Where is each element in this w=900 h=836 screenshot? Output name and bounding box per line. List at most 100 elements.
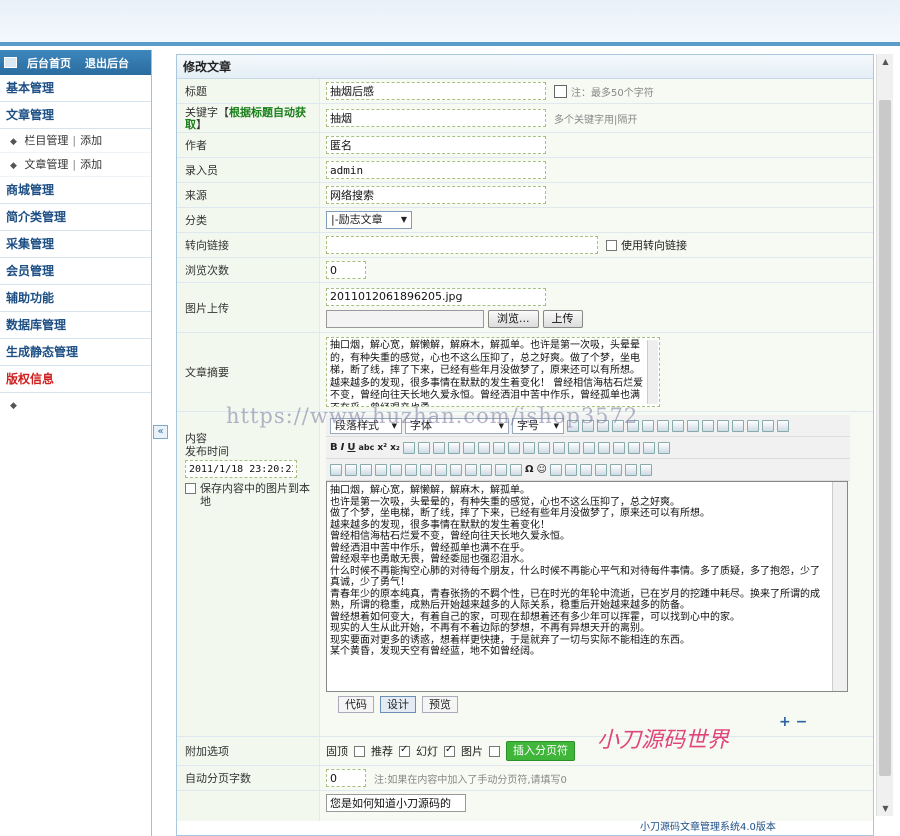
save-images-checkbox[interactable] [185, 483, 196, 494]
replace-icon[interactable] [687, 419, 699, 432]
delete-icon[interactable] [642, 419, 654, 432]
special-char-icon[interactable]: Ω [525, 464, 534, 476]
subscript-icon[interactable]: x₂ [390, 442, 400, 454]
find-icon[interactable] [672, 419, 684, 432]
bg-color-icon[interactable] [537, 441, 550, 454]
main-scrollbar[interactable]: ▲ ▼ [876, 54, 893, 816]
align-left-icon[interactable] [402, 441, 415, 454]
image-path-input[interactable] [326, 287, 546, 306]
use-redirect-checkbox[interactable] [606, 239, 617, 251]
marquee-icon[interactable] [450, 463, 462, 476]
author-input[interactable] [326, 136, 546, 154]
category-select[interactable]: |-励志文章 ▼ [326, 211, 412, 229]
unlink-icon[interactable] [642, 441, 655, 454]
opt-recommend-checkbox[interactable] [399, 744, 410, 757]
ordered-list-icon[interactable] [462, 441, 475, 454]
clean-format-icon[interactable] [657, 419, 669, 432]
underline-icon[interactable]: U [347, 442, 355, 454]
file-icon[interactable] [375, 463, 387, 476]
menu-article[interactable]: 文章管理 [0, 102, 151, 129]
border-icon[interactable] [552, 441, 565, 454]
editor-content-area[interactable]: 抽口烟，解心宽，解懒解，解麻木，解孤单。 也许是第一次吸，头晕晕的，有种失重的感… [326, 481, 848, 692]
autopage-input[interactable] [326, 769, 366, 787]
image-icon[interactable] [330, 463, 342, 476]
date-icon[interactable] [549, 463, 562, 476]
code-icon[interactable] [465, 463, 477, 476]
menu-member[interactable]: 会员管理 [0, 258, 151, 285]
color-picker-icon[interactable] [554, 84, 567, 98]
minus-icon[interactable]: − [796, 714, 808, 730]
scroll-thumb[interactable] [879, 100, 891, 776]
publish-time-input[interactable] [185, 460, 297, 478]
unordered-list-icon[interactable] [477, 441, 490, 454]
menu-shop[interactable]: 商城管理 [0, 177, 151, 204]
question-input[interactable] [326, 794, 466, 812]
line-icon[interactable] [597, 441, 610, 454]
source-input[interactable] [326, 186, 546, 204]
anchor-icon[interactable] [657, 441, 670, 454]
font-color-icon[interactable] [522, 441, 535, 454]
text-lower-icon[interactable] [777, 419, 789, 432]
opt-slide-checkbox[interactable] [444, 744, 455, 757]
redirect-input[interactable] [326, 236, 598, 254]
capture-icon[interactable] [420, 463, 432, 476]
grid-icon[interactable] [609, 463, 622, 476]
align-center-icon[interactable] [417, 441, 430, 454]
redo-icon[interactable] [717, 419, 729, 432]
browse-button[interactable]: 浏览... [488, 309, 539, 328]
editor-scrollbar[interactable] [832, 482, 847, 691]
tab-code[interactable]: 代码 [338, 696, 374, 713]
time-icon[interactable] [564, 463, 577, 476]
upload-button[interactable]: 上传 [542, 309, 583, 328]
views-input[interactable] [326, 261, 366, 279]
tab-preview[interactable]: 预览 [422, 696, 458, 713]
italic-icon[interactable]: I [341, 442, 345, 454]
form-icon[interactable] [582, 441, 595, 454]
menu-collect[interactable]: 采集管理 [0, 231, 151, 258]
column-add-link[interactable]: 添加 [80, 134, 102, 147]
article-add-link[interactable]: 添加 [80, 158, 102, 171]
menu-basic[interactable]: 基本管理 [0, 75, 151, 102]
frame-icon[interactable] [435, 463, 447, 476]
table-icon[interactable] [510, 463, 522, 476]
sidebar-collapse-button[interactable]: « [153, 425, 168, 439]
text-upper-icon[interactable] [762, 419, 774, 432]
abstract-scrollbar[interactable] [647, 340, 658, 404]
keyword-input[interactable] [326, 109, 546, 127]
align-justify-icon[interactable] [447, 441, 460, 454]
entry-input[interactable] [326, 161, 546, 179]
menu-static[interactable]: 生成静态管理 [0, 339, 151, 366]
align-right-icon[interactable] [432, 441, 445, 454]
bold-icon[interactable]: B [330, 442, 338, 454]
media-icon[interactable] [360, 463, 372, 476]
menu-intro[interactable]: 简介类管理 [0, 204, 151, 231]
abstract-textarea[interactable]: 抽口烟，解心宽，解懒解，解麻木，解孤单。也许是第一次吸，头晕晕的，有种失重的感觉… [326, 337, 660, 407]
remote-icon[interactable] [390, 463, 402, 476]
quote-icon[interactable] [480, 463, 492, 476]
opt-image-checkbox[interactable] [489, 745, 500, 757]
maximize-icon[interactable] [639, 463, 652, 476]
opt-top-checkbox[interactable] [354, 745, 365, 757]
superscript-icon[interactable]: x² [377, 442, 387, 454]
column-manage-link[interactable]: 栏目管理 [24, 134, 68, 147]
plus-icon[interactable]: + [779, 714, 791, 730]
file-input[interactable] [326, 309, 484, 328]
print-icon[interactable] [579, 463, 592, 476]
flash-icon[interactable] [345, 463, 357, 476]
tab-design[interactable]: 设计 [380, 696, 416, 713]
pointer-icon[interactable] [747, 419, 759, 432]
indent-icon[interactable] [492, 441, 505, 454]
strikethrough-icon[interactable]: abc [358, 442, 374, 454]
logout-link[interactable]: 退出后台 [85, 55, 129, 71]
undo-icon[interactable] [702, 419, 714, 432]
input-icon[interactable] [612, 441, 625, 454]
local-upload-icon[interactable] [405, 463, 417, 476]
emoticon-icon[interactable]: ☺ [537, 464, 547, 476]
page-break-icon[interactable] [495, 463, 507, 476]
zoom-icon[interactable] [624, 463, 637, 476]
article-manage-link[interactable]: 文章管理 [24, 158, 68, 171]
absolute-icon[interactable] [567, 441, 580, 454]
fullscreen-icon[interactable] [594, 463, 607, 476]
menu-copyright[interactable]: 版权信息 [0, 366, 151, 393]
home-link[interactable]: 后台首页 [27, 55, 71, 71]
